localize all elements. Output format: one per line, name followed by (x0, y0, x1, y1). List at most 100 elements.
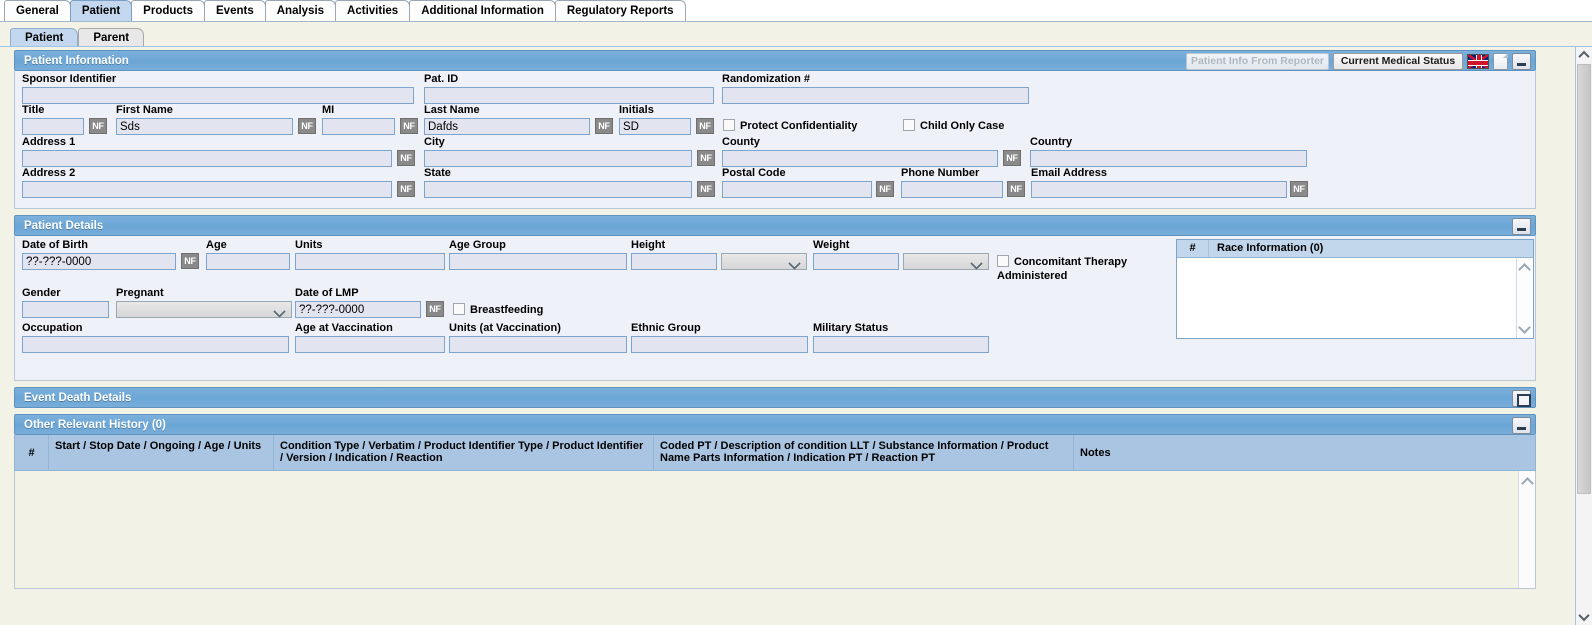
email-address-input[interactable] (1031, 181, 1287, 198)
county-input[interactable] (722, 150, 998, 167)
weight-input[interactable] (813, 253, 899, 270)
tab-events[interactable]: Events (204, 0, 266, 21)
label-weight: Weight (813, 239, 850, 251)
address-2-input[interactable] (22, 181, 392, 198)
military-status-input[interactable] (813, 336, 989, 353)
section-patient-details: Patient Details Date of Birth NF Age Uni… (14, 215, 1536, 381)
race-information-scrollbar[interactable] (1516, 258, 1533, 338)
date-of-birth-nf-button[interactable]: NF (181, 253, 199, 269)
age-at-vaccination-input[interactable] (295, 336, 445, 353)
pregnant-select[interactable] (116, 301, 292, 318)
scroll-up-icon[interactable] (1521, 477, 1534, 490)
address-1-nf-button[interactable]: NF (397, 150, 415, 166)
subtab-parent[interactable]: Parent (78, 28, 145, 46)
city-input[interactable] (424, 150, 692, 167)
county-nf-button[interactable]: NF (1003, 150, 1021, 166)
minimize-icon[interactable] (1512, 218, 1531, 235)
address-1-input[interactable] (22, 150, 392, 167)
label-initials: Initials (619, 104, 654, 116)
page-scroll-up-icon[interactable] (1576, 47, 1592, 63)
page-scroll-down-icon[interactable] (1576, 609, 1592, 625)
mi-input[interactable] (322, 118, 395, 135)
tab-activities[interactable]: Activities (335, 0, 411, 21)
postal-code-nf-button[interactable]: NF (876, 181, 894, 197)
breastfeeding-checkbox[interactable] (453, 303, 465, 315)
state-input[interactable] (424, 181, 692, 198)
patient-information-title: Patient Information (24, 55, 129, 67)
first-name-input[interactable] (116, 118, 293, 135)
page-scroll-thumb[interactable] (1577, 64, 1591, 494)
tab-patient[interactable]: Patient (69, 0, 133, 21)
date-of-lmp-nf-button[interactable]: NF (426, 301, 444, 317)
phone-number-nf-button[interactable]: NF (1007, 181, 1025, 197)
phone-number-input[interactable] (901, 181, 1003, 198)
age-group-input[interactable] (449, 253, 627, 270)
minimize-icon[interactable] (1512, 53, 1531, 70)
uk-flag-icon[interactable] (1467, 54, 1489, 69)
randomization-input[interactable] (722, 87, 1029, 104)
current-medical-status-button[interactable]: Current Medical Status (1333, 53, 1463, 70)
page-scrollbar[interactable] (1575, 47, 1592, 625)
tab-products[interactable]: Products (131, 0, 206, 21)
title-nf-button[interactable]: NF (89, 118, 107, 134)
title-input[interactable] (22, 118, 84, 135)
scroll-down-icon[interactable] (1518, 321, 1531, 334)
child-only-case-checkbox-group[interactable]: Child Only Case (903, 119, 1004, 132)
address-2-nf-button[interactable]: NF (397, 181, 415, 197)
pat-id-input[interactable] (424, 87, 714, 104)
tab-general[interactable]: General (4, 0, 71, 21)
city-nf-button[interactable]: NF (697, 150, 715, 166)
minimize-icon[interactable] (1512, 417, 1531, 434)
height-input[interactable] (631, 253, 717, 270)
last-name-nf-button[interactable]: NF (595, 118, 613, 134)
state-nf-button[interactable]: NF (697, 181, 715, 197)
date-of-lmp-input[interactable] (295, 301, 421, 318)
label-military-status: Military Status (813, 322, 889, 334)
weight-unit-select[interactable] (903, 253, 989, 270)
other-relevant-history-column-headers: # Start / Stop Date / Ongoing / Age / Un… (14, 435, 1536, 471)
gender-input[interactable] (22, 301, 109, 318)
first-name-nf-button[interactable]: NF (298, 118, 316, 134)
form-content: Patient Information Patient Info From Re… (0, 47, 1548, 625)
initials-nf-button[interactable]: NF (696, 118, 714, 134)
other-relevant-history-scrollbar[interactable] (1518, 471, 1535, 588)
page-body: Patient Information Patient Info From Re… (0, 47, 1592, 625)
child-only-case-checkbox[interactable] (903, 119, 915, 131)
initials-input[interactable] (619, 118, 691, 135)
ethnic-group-input[interactable] (631, 336, 808, 353)
patient-information-header: Patient Information Patient Info From Re… (14, 50, 1536, 71)
postal-code-input[interactable] (722, 181, 872, 198)
country-input[interactable] (1030, 150, 1307, 167)
label-pregnant: Pregnant (116, 287, 164, 299)
sponsor-identifier-input[interactable] (22, 87, 414, 104)
units-input[interactable] (295, 253, 445, 270)
tab-regulatory-reports[interactable]: Regulatory Reports (554, 0, 686, 21)
concomitant-therapy-checkbox-group[interactable]: Concomitant Therapy Administered (997, 255, 1172, 283)
event-death-details-header[interactable]: Event Death Details (14, 387, 1536, 408)
email-address-nf-button[interactable]: NF (1290, 181, 1308, 197)
patient-info-from-reporter-button[interactable]: Patient Info From Reporter (1185, 53, 1329, 70)
height-unit-select[interactable] (721, 253, 807, 270)
age-input[interactable] (206, 253, 290, 270)
last-name-input[interactable] (424, 118, 590, 135)
tab-additional-information[interactable]: Additional Information (409, 0, 556, 21)
protect-confidentiality-checkbox-group[interactable]: Protect Confidentiality (723, 119, 857, 132)
race-information-panel: # Race Information (0) (1176, 239, 1534, 339)
units-at-vaccination-input[interactable] (449, 336, 627, 353)
date-of-birth-input[interactable] (22, 253, 176, 270)
history-col-coded-pt: Coded PT / Description of condition LLT … (654, 435, 1074, 470)
other-relevant-history-title: Other Relevant History (0) (24, 419, 166, 431)
tab-analysis[interactable]: Analysis (264, 0, 337, 21)
occupation-input[interactable] (22, 336, 289, 353)
document-icon[interactable] (1493, 53, 1508, 70)
restore-icon[interactable] (1512, 390, 1531, 407)
history-col-notes: Notes (1080, 447, 1111, 459)
mi-nf-button[interactable]: NF (400, 118, 418, 134)
label-postal-code: Postal Code (722, 167, 786, 179)
breastfeeding-checkbox-group[interactable]: Breastfeeding (453, 303, 543, 316)
subtab-patient[interactable]: Patient (10, 28, 79, 46)
label-ethnic-group: Ethnic Group (631, 322, 701, 334)
scroll-up-icon[interactable] (1518, 263, 1531, 276)
concomitant-therapy-checkbox[interactable] (997, 255, 1009, 267)
protect-confidentiality-checkbox[interactable] (723, 119, 735, 131)
